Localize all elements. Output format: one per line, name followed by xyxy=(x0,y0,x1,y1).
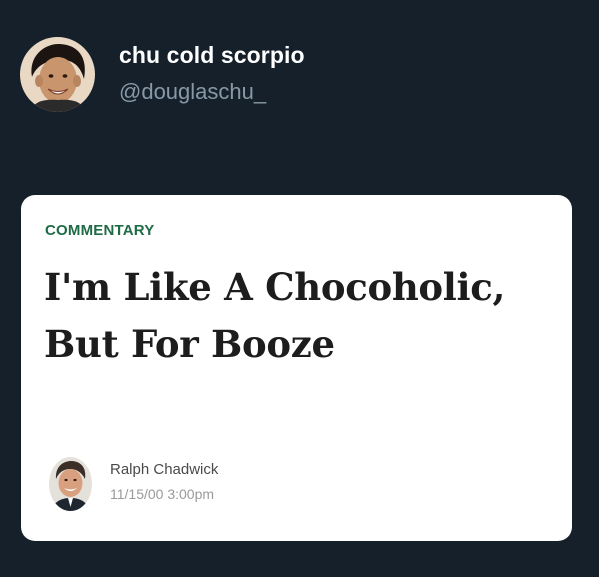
author-name: Ralph Chadwick xyxy=(110,461,219,478)
author-photo-icon xyxy=(49,457,92,511)
display-name[interactable]: chu cold scorpio xyxy=(119,42,305,69)
article-date: 11/15/00 3:00pm xyxy=(110,486,215,502)
article-headline: I'm Like A Chocoholic, But For Booze xyxy=(44,265,506,366)
article-section-label: COMMENTARY xyxy=(45,222,155,239)
user-avatar[interactable] xyxy=(20,37,95,112)
article-screenshot-card: COMMENTARY I'm Like A Chocoholic, But Fo… xyxy=(21,195,572,541)
tweet-header: chu cold scorpio @douglaschu_ xyxy=(20,37,580,113)
user-avatar-icon xyxy=(20,37,95,112)
article-byline: Ralph Chadwick 11/15/00 3:00pm xyxy=(49,457,349,517)
user-handle[interactable]: @douglaschu_ xyxy=(119,79,266,105)
